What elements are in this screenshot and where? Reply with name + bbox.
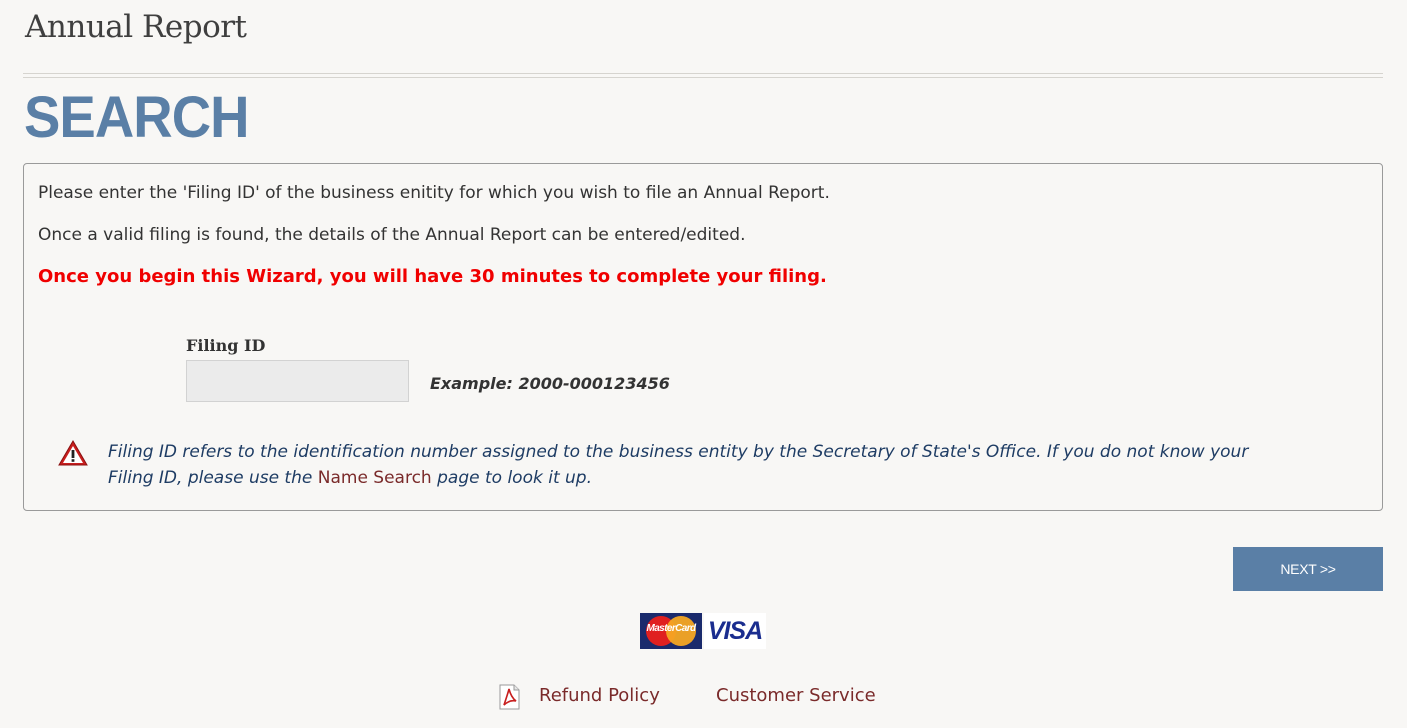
- warning-triangle-icon: [58, 440, 88, 466]
- note-text: Filing ID refers to the identification n…: [108, 439, 1288, 491]
- instruction-line-1: Please enter the 'Filing ID' of the busi…: [38, 183, 830, 203]
- mastercard-logo: MasterCard: [640, 613, 702, 649]
- section-title: SEARCH: [24, 85, 250, 150]
- customer-service-link[interactable]: Customer Service: [716, 685, 876, 706]
- note-text-after: page to look it up.: [431, 468, 592, 488]
- mastercard-label: MasterCard: [646, 623, 696, 634]
- filing-id-label: Filing ID: [186, 336, 266, 355]
- page-title: Annual Report: [25, 9, 247, 45]
- header-divider: [23, 73, 1383, 78]
- search-panel: Please enter the 'Filing ID' of the busi…: [23, 163, 1383, 511]
- instruction-line-2: Once a valid filing is found, the detail…: [38, 225, 746, 245]
- note-text-before: Filing ID refers to the identification n…: [108, 442, 1249, 488]
- pdf-icon: [499, 684, 520, 710]
- accepted-cards: MasterCard VISA: [640, 613, 766, 649]
- next-button[interactable]: NEXT >>: [1233, 547, 1383, 591]
- time-limit-warning: Once you begin this Wizard, you will hav…: [38, 266, 827, 287]
- refund-policy-link[interactable]: Refund Policy: [539, 685, 660, 706]
- filing-id-input[interactable]: [186, 360, 409, 402]
- filing-id-example: Example: 2000-000123456: [430, 374, 670, 393]
- name-search-link[interactable]: Name Search: [318, 468, 432, 488]
- visa-logo: VISA: [704, 613, 766, 649]
